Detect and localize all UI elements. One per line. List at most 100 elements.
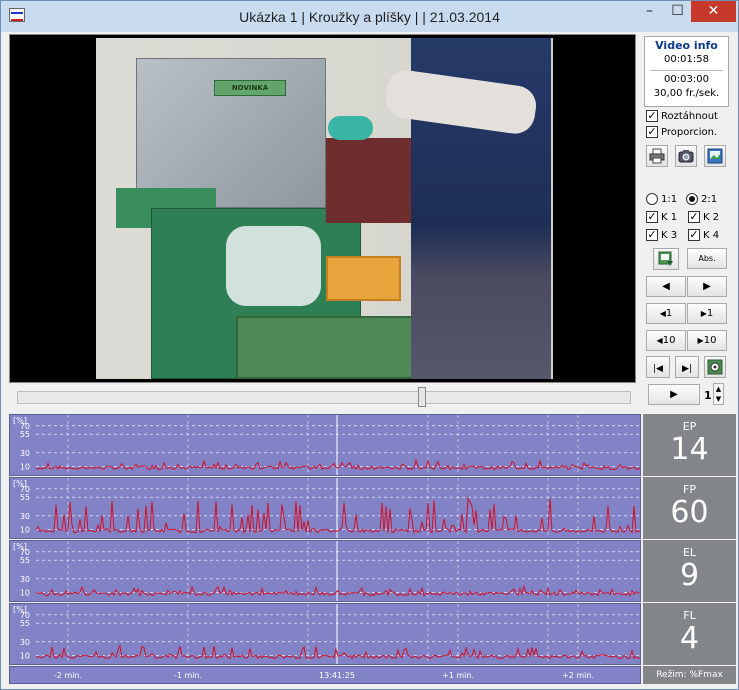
y-tick-label: 30 [20,449,30,458]
minimize-button[interactable]: – [635,1,664,22]
control-panel: Video info 00:01:58 00:03:00 30,00 fr./s… [641,34,736,412]
proportional-checkbox[interactable]: ✓ Proporcion. [646,126,717,138]
channel-value: 4 [679,621,700,656]
gear-icon [707,359,723,375]
scrubber-track[interactable] [17,391,631,404]
y-tick-label: 10 [20,589,30,598]
mode-label: Režim: %Fmax [643,666,736,684]
graph-strip-ep[interactable]: 70 55 30 10 [%] [9,414,641,476]
printer-icon [649,148,665,164]
scrubber-thumb[interactable] [418,387,426,407]
y-tick-label: 10 [20,463,30,472]
channel-k2-checkbox[interactable]: ✓ K 2 [688,211,719,223]
graph-strip-fp[interactable]: 70 55 30 10 [%] [9,477,641,539]
video-info-title: Video info [655,39,718,52]
signal-plot: 70553010[%] [13,604,640,664]
step-forward-1-label: 1 [706,308,714,319]
check-icon: ✓ [646,228,658,241]
skip-end-icon: ▶| [682,364,692,374]
channel-k4-label: K 4 [703,229,720,241]
step-back-1-button[interactable]: ◀1 [646,303,686,324]
channel-k3-label: K 3 [661,229,678,241]
ratio-1-1-radio[interactable]: 1:1 [646,193,677,205]
time-tick: +2 min. [562,671,594,680]
video-fps: 30,00 fr./sek. [653,88,720,99]
right-arrow-icon: ▶ [703,281,711,292]
skip-start-icon: |◀ [653,364,663,374]
unit-label: [%] [13,542,27,551]
play-button[interactable]: ▶ [648,384,700,405]
value-panel-fl: FL 4 [643,603,736,665]
channel-k4-checkbox[interactable]: ✓ K 4 [688,229,719,241]
snapshot-button[interactable] [675,145,697,167]
video-duration: 00:03:00 [664,74,709,85]
print-button[interactable] [646,145,668,167]
window-title: Ukázka 1 | Kroužky a plíšky | | 21.03.20… [239,9,500,25]
y-tick-label: 10 [20,652,30,661]
unit-label: [%] [13,605,27,614]
y-tick-label: 55 [20,493,30,502]
check-icon: ✓ [646,125,658,138]
close-button[interactable]: ✕ [691,1,736,22]
step-forward-1-button[interactable]: ▶1 [687,303,727,324]
time-tick: +1 min. [442,671,474,680]
value-panel-fp: FP 60 [643,477,736,539]
video-info-box: Video info 00:01:58 00:03:00 30,00 fr./s… [644,36,729,107]
video-machine-label: NOVINKA [214,80,286,96]
channel-value: 9 [679,558,700,593]
channel-value: 14 [670,432,709,467]
time-tick: -1 min. [173,671,203,680]
abs-button[interactable]: Abs. [687,248,727,269]
proportional-label: Proporcion. [661,126,718,138]
radio-off-icon [646,193,658,205]
stretch-label: Roztáhnout [661,110,718,122]
video-current-time: 00:01:58 [664,54,709,65]
go-to-start-button[interactable]: |◀ [646,356,670,378]
video-plastic-bag [226,226,321,306]
left-arrow-icon: ◀ [662,281,670,292]
save-image-button[interactable] [704,145,726,167]
channel-k3-checkbox[interactable]: ✓ K 3 [646,229,677,241]
channel-k2-label: K 2 [703,211,720,223]
picture-icon [707,148,723,164]
y-tick-label: 55 [20,430,30,439]
y-tick-label: 10 [20,526,30,535]
video-player[interactable]: NOVINKA [9,34,636,383]
export-icon [658,251,673,266]
video-glove [328,116,373,140]
video-frame-image: NOVINKA [96,38,553,379]
check-icon: ✓ [646,210,658,223]
camera-icon [678,150,694,163]
check-icon: ✓ [688,228,700,241]
check-icon: ✓ [688,210,700,223]
signal-plot: 70553010[%] [13,478,640,538]
stretch-checkbox[interactable]: ✓ Roztáhnout [646,110,718,122]
export-button[interactable] [653,248,679,270]
graph-strip-fl[interactable]: 70 55 30 10 [%] [9,603,641,665]
go-to-end-button[interactable]: ▶| [675,356,699,378]
timeline-scrubber[interactable] [9,384,636,410]
spin-down-icon[interactable]: ▼ [714,394,723,404]
time-axis: -2 min. -1 min. 13:41:25 +1 min. +2 min. [9,666,641,684]
time-tick: -2 min. [53,671,83,680]
graph-strip-el[interactable]: 70 55 30 10 [%] [9,540,641,602]
channel-k1-checkbox[interactable]: ✓ K 1 [646,211,677,223]
step-forward-frame-button[interactable]: ▶ [687,276,727,297]
playback-speed-value: 1 [704,389,712,402]
title-bar: Ukázka 1 | Kroužky a plíšky | | 21.03.20… [1,1,738,32]
settings-button[interactable] [704,356,726,378]
signal-line [35,457,640,471]
y-tick-label: 55 [20,556,30,565]
step-back-1-label: 1 [665,308,673,319]
step-back-frame-button[interactable]: ◀ [646,276,686,297]
step-back-10-button[interactable]: ◀10 [646,330,686,351]
value-panel-el: EL 9 [643,540,736,602]
signal-line [35,643,640,660]
spin-up-icon[interactable]: ▲ [714,384,723,394]
playback-speed-spinner[interactable]: ▲ ▼ [713,383,724,405]
time-tick: 13:41:25 [319,671,355,680]
video-parts-basket [326,256,401,301]
maximize-button[interactable]: ☐ [664,1,691,22]
step-forward-10-button[interactable]: ▶10 [687,330,727,351]
ratio-2-1-radio[interactable]: 2:1 [686,193,717,205]
